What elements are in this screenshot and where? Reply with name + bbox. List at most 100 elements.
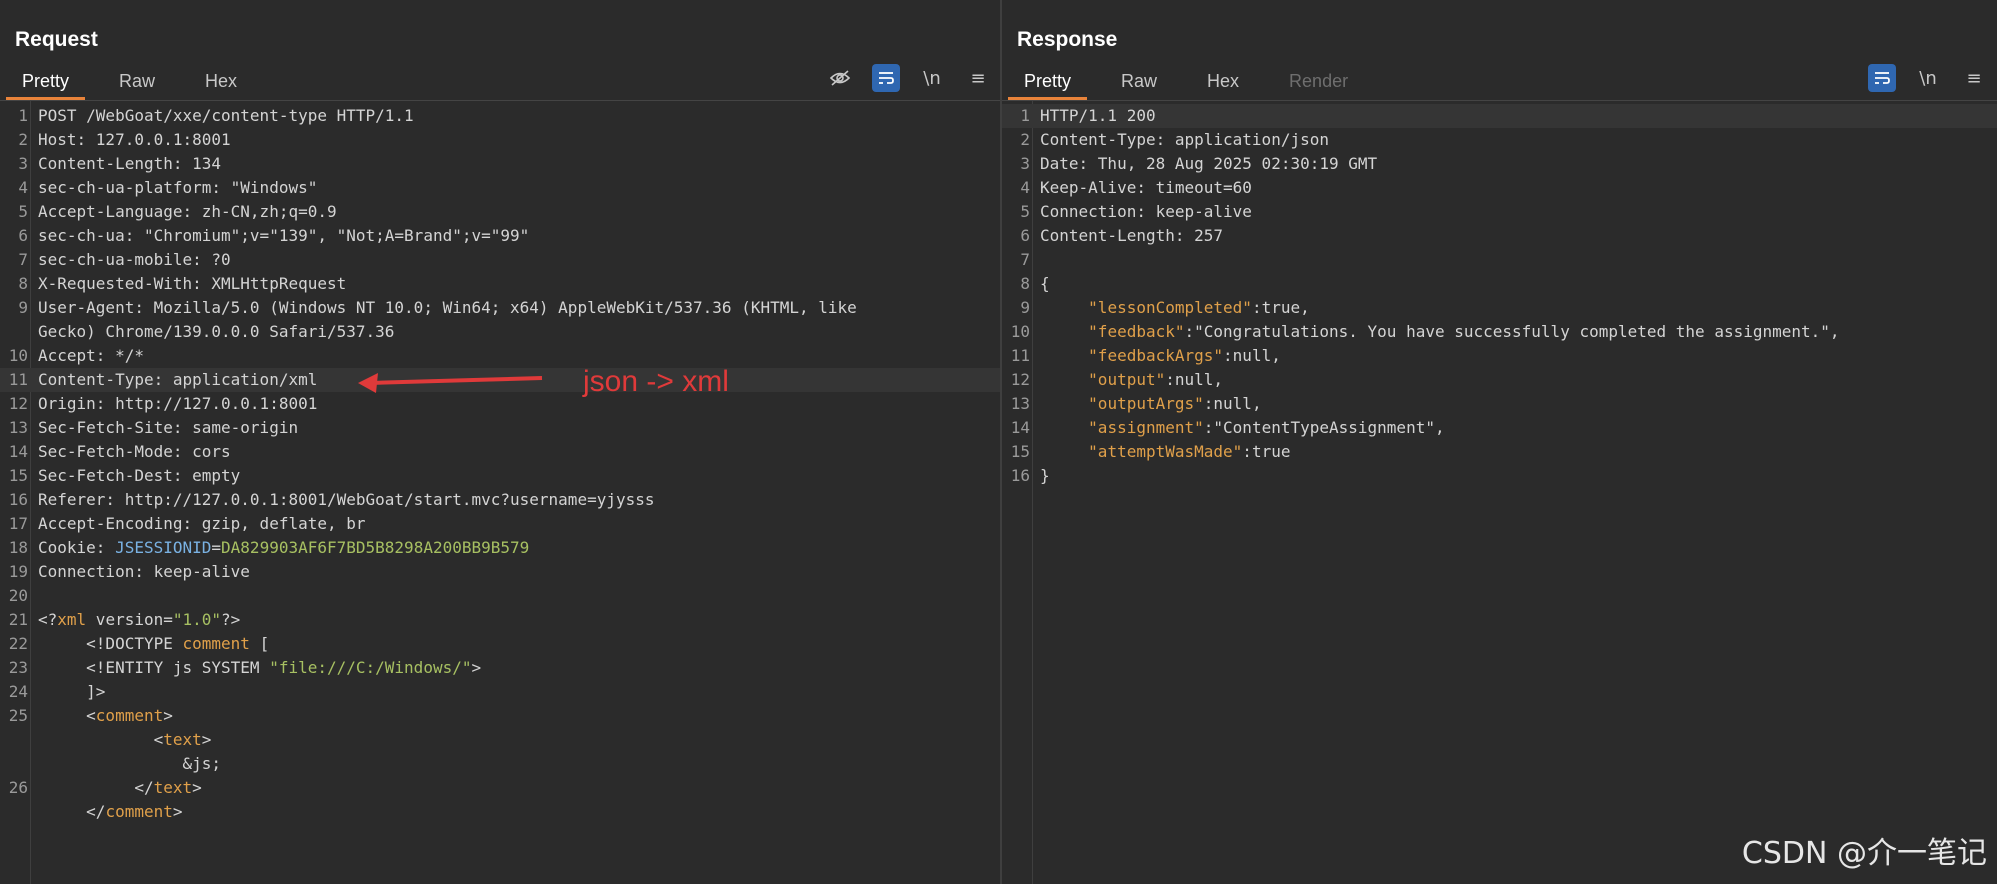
- line-number: 5: [1020, 202, 1030, 221]
- line-text: sec-ch-ua: "Chromium";v="139", "Not;A=Br…: [38, 226, 530, 245]
- newline-toggle-button[interactable]: \n: [1914, 64, 1942, 92]
- code-line: 13 "outputArgs":null,: [1002, 392, 1997, 416]
- newline-toggle-button[interactable]: \n: [918, 64, 946, 92]
- code-line: 2 Host: 127.0.0.1:8001: [0, 128, 1000, 152]
- code-line: Gecko) Chrome/139.0.0.0 Safari/537.36: [0, 320, 1000, 344]
- line-text: Date: Thu, 28 Aug 2025 02:30:19 GMT: [1040, 154, 1378, 173]
- line-text: &js;: [38, 754, 222, 773]
- line-text: Gecko) Chrome/139.0.0.0 Safari/537.36: [38, 322, 395, 341]
- code-line: 18 Cookie: JSESSIONID=DA829903AF6F7BD5B82…: [0, 536, 1000, 560]
- line-number: 2: [1020, 130, 1030, 149]
- line-number: 16: [8, 490, 28, 509]
- line-number: 10: [1010, 322, 1030, 341]
- code-line: 9 User-Agent: Mozilla/5.0 (Windows NT 10.…: [0, 296, 1000, 320]
- response-tab-raw[interactable]: Raw: [1105, 66, 1173, 100]
- code-line: 8{: [1002, 272, 1997, 296]
- line-text: Sec-Fetch-Mode: cors: [38, 442, 231, 461]
- line-number: 20: [8, 586, 28, 605]
- request-title: Request: [15, 28, 98, 51]
- line-text: "attemptWasMade":true: [1088, 442, 1291, 461]
- line-number: 13: [1010, 394, 1030, 413]
- menu-icon[interactable]: ≡: [964, 64, 992, 92]
- line-number: 1: [18, 106, 28, 125]
- code-line: 20: [0, 584, 1000, 608]
- line-text: Host: 127.0.0.1:8001: [38, 130, 231, 149]
- code-line: 4 Keep-Alive: timeout=60: [1002, 176, 1997, 200]
- response-tab-render[interactable]: Render: [1273, 66, 1364, 100]
- line-number: 6: [18, 226, 28, 245]
- line-number: 4: [1020, 178, 1030, 197]
- line-number: 21: [8, 610, 28, 629]
- request-tab-hex[interactable]: Hex: [189, 66, 253, 100]
- code-line: 6 sec-ch-ua: "Chromium";v="139", "Not;A=B…: [0, 224, 1000, 248]
- request-editor[interactable]: 1 POST /WebGoat/xxe/content-type HTTP/1.1…: [0, 104, 1000, 824]
- line-text: Accept-Encoding: gzip, deflate, br: [38, 514, 366, 533]
- response-tabs: Pretty Raw Hex Render: [1008, 66, 1382, 100]
- code-line: 11 "feedbackArgs":null,: [1002, 344, 1997, 368]
- line-text: "lessonCompleted":true,: [1088, 298, 1310, 317]
- code-line: 7: [1002, 248, 1997, 272]
- code-line: 17 Accept-Encoding: gzip, deflate, br: [0, 512, 1000, 536]
- response-editor[interactable]: 1 HTTP/1.1 200 2 Content-Type: application/…: [1002, 104, 1997, 488]
- line-text: Accept: */*: [38, 346, 144, 365]
- code-line: 1 POST /WebGoat/xxe/content-type HTTP/1.1: [0, 104, 1000, 128]
- response-title: Response: [1017, 28, 1118, 51]
- code-line: &js;: [0, 752, 1000, 776]
- line-number: 1: [1020, 106, 1030, 125]
- menu-icon[interactable]: ≡: [1960, 64, 1988, 92]
- request-toolbar: \n ≡: [826, 64, 992, 92]
- code-line: 22 <!DOCTYPE comment [: [0, 632, 1000, 656]
- code-line: 13 Sec-Fetch-Site: same-origin: [0, 416, 1000, 440]
- line-number: 5: [18, 202, 28, 221]
- line-text: ]>: [38, 682, 106, 701]
- line-number: 22: [8, 634, 28, 653]
- code-line: 25 <comment>: [0, 704, 1000, 728]
- line-text: "feedbackArgs":null,: [1088, 346, 1281, 365]
- word-wrap-icon[interactable]: [1868, 64, 1896, 92]
- line-number: 15: [1010, 442, 1030, 461]
- code-line: 26 </text>: [0, 776, 1000, 800]
- response-tab-hex[interactable]: Hex: [1191, 66, 1255, 100]
- code-line: 10 Accept: */*: [0, 344, 1000, 368]
- line-number: 12: [1010, 370, 1030, 389]
- code-line: 15 Sec-Fetch-Dest: empty: [0, 464, 1000, 488]
- line-text: X-Requested-With: XMLHttpRequest: [38, 274, 347, 293]
- code-line: 16 Referer: http://127.0.0.1:8001/WebGoat…: [0, 488, 1000, 512]
- line-number: 4: [18, 178, 28, 197]
- line-text: Accept-Language: zh-CN,zh;q=0.9: [38, 202, 337, 221]
- line-number: 25: [8, 706, 28, 725]
- line-text: HTTP/1.1 200: [1040, 106, 1156, 125]
- request-tab-raw[interactable]: Raw: [103, 66, 171, 100]
- line-number: 3: [1020, 154, 1030, 173]
- line-number: 13: [8, 418, 28, 437]
- line-text: User-Agent: Mozilla/5.0 (Windows NT 10.0…: [38, 298, 857, 317]
- line-number: 8: [1020, 274, 1030, 293]
- line-text: sec-ch-ua-mobile: ?0: [38, 250, 231, 269]
- request-tab-pretty[interactable]: Pretty: [6, 66, 86, 100]
- line-number: 23: [8, 658, 28, 677]
- code-line: 3 Date: Thu, 28 Aug 2025 02:30:19 GMT: [1002, 152, 1997, 176]
- line-number: 7: [1020, 250, 1030, 269]
- code-line: 14 "assignment":"ContentTypeAssignment",: [1002, 416, 1997, 440]
- watermark: CSDN @介一笔记: [1741, 836, 1987, 871]
- response-tab-divider: [1002, 100, 1997, 101]
- annotation-arrow-icon: [358, 373, 543, 393]
- response-toolbar: \n ≡: [1868, 64, 1988, 92]
- word-wrap-icon[interactable]: [872, 64, 900, 92]
- line-text: <text>: [38, 730, 212, 749]
- code-line: 1 HTTP/1.1 200: [1002, 104, 1997, 128]
- line-number: 24: [8, 682, 28, 701]
- line-text: </comment>: [38, 802, 183, 821]
- code-line: 7 sec-ch-ua-mobile: ?0: [0, 248, 1000, 272]
- code-line: 12 "output":null,: [1002, 368, 1997, 392]
- hide-icon[interactable]: [826, 64, 854, 92]
- line-number: 14: [1010, 418, 1030, 437]
- line-number: 8: [18, 274, 28, 293]
- response-tab-pretty[interactable]: Pretty: [1008, 66, 1088, 100]
- line-number: 19: [8, 562, 28, 581]
- line-number: 17: [8, 514, 28, 533]
- line-number: 18: [8, 538, 28, 557]
- line-number: 9: [18, 298, 28, 317]
- code-line: 5 Accept-Language: zh-CN,zh;q=0.9: [0, 200, 1000, 224]
- line-text: Sec-Fetch-Site: same-origin: [38, 418, 299, 437]
